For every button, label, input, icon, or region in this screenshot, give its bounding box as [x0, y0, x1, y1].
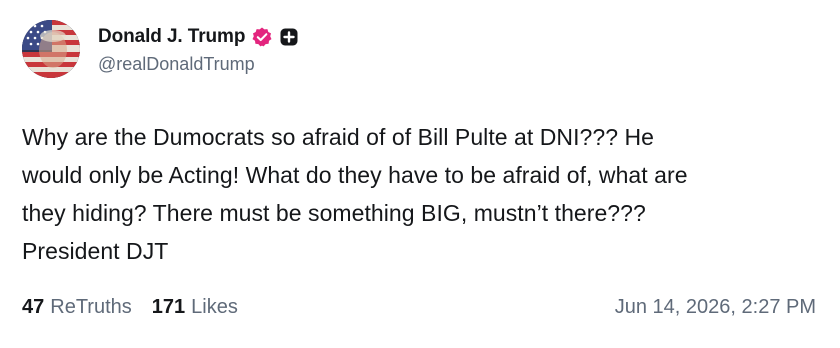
plus-square-icon: [279, 27, 299, 47]
retruths-count: 47: [22, 295, 45, 318]
author-handle[interactable]: @realDonaldTrump: [98, 54, 299, 75]
retruths-stat[interactable]: 47 ReTruths: [22, 296, 132, 319]
retruths-label: ReTruths: [50, 295, 132, 318]
author-display-name[interactable]: Donald J. Trump: [98, 26, 245, 48]
name-row: Donald J. Trump: [98, 24, 299, 50]
likes-label: Likes: [191, 295, 238, 318]
likes-stat[interactable]: 171 Likes: [152, 296, 238, 319]
post-header: Donald J. Trump @realDonaldTrump: [22, 20, 299, 78]
likes-count: 171: [151, 295, 186, 318]
post-text: Why are the Dumocrats so afraid of of Bi…: [22, 124, 688, 264]
author-names: Donald J. Trump @realDonaldTrump: [98, 24, 299, 75]
verified-badge-icon: [251, 26, 273, 48]
post-timestamp[interactable]: Jun 14, 2026, 2:27 PM: [615, 296, 816, 319]
post-footer: 47 ReTruths 171 Likes Jun 14, 2026, 2:27…: [22, 292, 816, 322]
avatar-image: [22, 20, 80, 78]
post-card: Donald J. Trump @realDonaldTrump Why are…: [0, 0, 840, 348]
avatar[interactable]: [22, 20, 80, 78]
